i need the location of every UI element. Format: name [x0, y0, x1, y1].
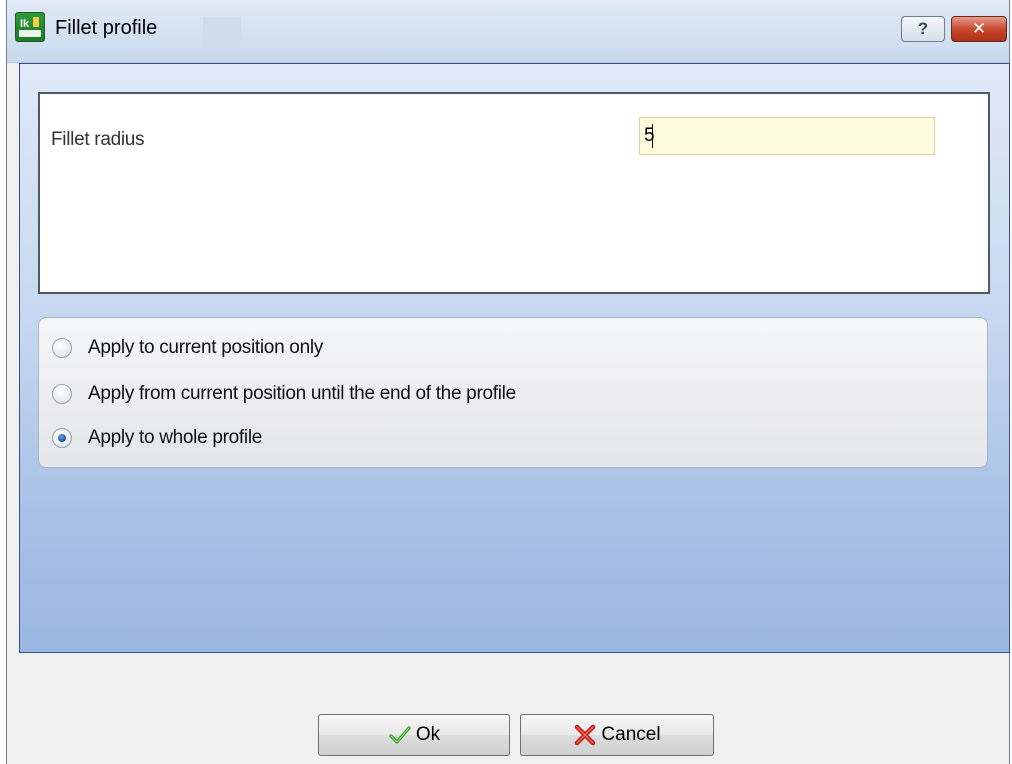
- option-label: Apply to current position only: [88, 337, 323, 358]
- option-current-position[interactable]: Apply to current position only: [52, 334, 323, 362]
- fillet-radius-input[interactable]: 5: [639, 117, 935, 155]
- app-icon: Ik: [15, 12, 45, 42]
- check-icon: [389, 726, 411, 744]
- radio-until-end[interactable]: [52, 384, 72, 404]
- cancel-label: Cancel: [601, 724, 661, 745]
- text-caret: [652, 124, 653, 148]
- option-whole-profile[interactable]: Apply to whole profile: [52, 424, 262, 452]
- close-button[interactable]: ✕: [951, 16, 1007, 42]
- ok-button[interactable]: Ok: [318, 714, 510, 756]
- radio-whole-profile[interactable]: [52, 428, 72, 448]
- radio-current-position[interactable]: [52, 338, 72, 358]
- option-label: Apply to whole profile: [88, 427, 263, 448]
- cancel-button[interactable]: Cancel: [520, 714, 714, 756]
- fillet-radius-label: Fillet radius: [51, 129, 145, 150]
- option-label: Apply from current position until the en…: [88, 383, 516, 404]
- help-button[interactable]: ?: [901, 16, 945, 42]
- option-until-end[interactable]: Apply from current position until the en…: [52, 380, 516, 408]
- title-bar[interactable]: Ik Fillet profile ? ✕: [7, 0, 1009, 63]
- ok-label: Ok: [415, 724, 441, 745]
- x-icon: [575, 724, 596, 746]
- window-title: Fillet profile: [55, 17, 158, 39]
- svg-text:Ik: Ik: [20, 18, 30, 30]
- title-redacted-area: [203, 17, 241, 47]
